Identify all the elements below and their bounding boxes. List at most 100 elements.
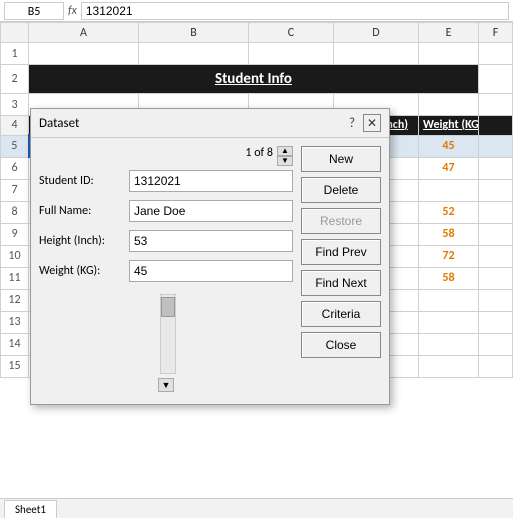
row-num: 12 <box>1 289 29 311</box>
cell-c1[interactable] <box>249 43 334 65</box>
cell-f14[interactable] <box>479 333 513 355</box>
dialog-bottom: ▼ <box>39 374 293 396</box>
find-next-button[interactable]: Find Next <box>301 270 381 296</box>
scroll-up-arrow[interactable]: ▲ <box>277 146 293 156</box>
table-row: 1 <box>1 43 513 65</box>
spreadsheet: B5 fx A B C D E F 1 <box>0 0 513 518</box>
cell-f7[interactable] <box>479 179 513 201</box>
field-input-student-id[interactable] <box>129 170 293 192</box>
formula-bar: B5 fx <box>0 0 513 22</box>
cell-b1[interactable] <box>139 43 249 65</box>
cell-f2[interactable] <box>479 65 513 94</box>
header-f4[interactable] <box>479 116 513 136</box>
cell-e11[interactable]: 58 <box>419 267 479 289</box>
cell-f9[interactable] <box>479 223 513 245</box>
row-num: 10 <box>1 245 29 267</box>
row-num: 1 <box>1 43 29 65</box>
cell-a1[interactable] <box>29 43 139 65</box>
cell-f13[interactable] <box>479 311 513 333</box>
restore-button[interactable]: Restore <box>301 208 381 234</box>
field-label-full-name: Full Name: <box>39 204 129 218</box>
dialog-title: Dataset <box>39 116 79 131</box>
formula-input[interactable] <box>81 2 509 20</box>
cell-f11[interactable] <box>479 267 513 289</box>
field-row-weight: Weight (KG): <box>39 260 293 282</box>
row-num: 11 <box>1 267 29 289</box>
header-weight[interactable]: Weight (KG) <box>419 116 479 136</box>
row-num: 14 <box>1 333 29 355</box>
row-num: 3 <box>1 94 29 116</box>
cell-f1[interactable] <box>479 43 513 65</box>
cell-e8[interactable]: 52 <box>419 201 479 223</box>
fx-label: fx <box>68 4 77 18</box>
cell-f10[interactable] <box>479 245 513 267</box>
col-header-b[interactable]: B <box>139 23 249 43</box>
field-label-height: Height (Inch): <box>39 234 129 248</box>
scrollbar-thumb <box>161 297 175 317</box>
record-indicator-row: 1 of 8 ▲ ▼ <box>39 146 293 166</box>
v-scrollbar-area <box>39 294 293 374</box>
sheet-tabs: Sheet1 <box>0 498 513 518</box>
col-header-a[interactable]: A <box>29 23 139 43</box>
field-input-wrapper-student-id <box>129 170 293 192</box>
cell-f15[interactable] <box>479 355 513 377</box>
sheet-tab-1[interactable]: Sheet1 <box>4 500 57 518</box>
cell-f12[interactable] <box>479 289 513 311</box>
v-scrollbar[interactable] <box>160 294 176 374</box>
cell-f5[interactable] <box>479 135 513 157</box>
dialog-fields: Student ID: Full Name: Heigh <box>39 170 293 290</box>
dialog-help-button[interactable]: ? <box>349 116 355 131</box>
row-num: 2 <box>1 65 29 94</box>
col-header-e[interactable]: E <box>419 23 479 43</box>
col-header-f[interactable]: F <box>479 23 513 43</box>
field-input-full-name[interactable] <box>129 200 293 222</box>
row-num: 7 <box>1 179 29 201</box>
row-num: 13 <box>1 311 29 333</box>
dialog-fields-area: 1 of 8 ▲ ▼ Student ID: <box>39 146 293 396</box>
cell-e3[interactable] <box>419 94 479 116</box>
name-box[interactable]: B5 <box>4 2 64 20</box>
field-input-weight[interactable] <box>129 260 293 282</box>
cell-e14[interactable] <box>419 333 479 355</box>
field-row-student-id: Student ID: <box>39 170 293 192</box>
cell-f8[interactable] <box>479 201 513 223</box>
scroll-bottom-arrow[interactable]: ▼ <box>158 378 174 392</box>
new-button[interactable]: New <box>301 146 381 172</box>
field-label-weight: Weight (KG): <box>39 264 129 278</box>
row-num: 4 <box>1 116 29 136</box>
dialog-buttons: New Delete Restore Find Prev Find Next C… <box>301 146 381 396</box>
col-header-c[interactable]: C <box>249 23 334 43</box>
dialog-close-icon[interactable]: ✕ <box>363 114 381 132</box>
col-header-corner[interactable] <box>1 23 29 43</box>
title-cell[interactable]: Student Info <box>29 65 479 94</box>
field-input-wrapper-full-name <box>129 200 293 222</box>
find-prev-button[interactable]: Find Prev <box>301 239 381 265</box>
cell-f6[interactable] <box>479 157 513 179</box>
dialog-titlebar: Dataset ? ✕ <box>31 109 389 138</box>
close-button[interactable]: Close <box>301 332 381 358</box>
cell-d1[interactable] <box>334 43 419 65</box>
delete-button[interactable]: Delete <box>301 177 381 203</box>
row-num: 15 <box>1 355 29 377</box>
cell-e15[interactable] <box>419 355 479 377</box>
cell-f3[interactable] <box>479 94 513 116</box>
cell-e13[interactable] <box>419 311 479 333</box>
col-header-d[interactable]: D <box>334 23 419 43</box>
row-num: 5 <box>1 135 29 157</box>
field-label-student-id: Student ID: <box>39 174 129 188</box>
scroll-down-arrow[interactable]: ▼ <box>277 156 293 166</box>
dialog-body: 1 of 8 ▲ ▼ Student ID: <box>31 138 389 404</box>
cell-e5[interactable]: 45 <box>419 135 479 157</box>
cell-e1[interactable] <box>419 43 479 65</box>
cell-e12[interactable] <box>419 289 479 311</box>
cell-e10[interactable]: 72 <box>419 245 479 267</box>
record-indicator: 1 of 8 <box>245 146 273 160</box>
dataset-dialog: Dataset ? ✕ 1 of 8 ▲ ▼ <box>30 108 390 405</box>
row-num: 9 <box>1 223 29 245</box>
field-input-height[interactable] <box>129 230 293 252</box>
row-num: 8 <box>1 201 29 223</box>
cell-e7[interactable] <box>419 179 479 201</box>
cell-e6[interactable]: 47 <box>419 157 479 179</box>
criteria-button[interactable]: Criteria <box>301 301 381 327</box>
cell-e9[interactable]: 58 <box>419 223 479 245</box>
